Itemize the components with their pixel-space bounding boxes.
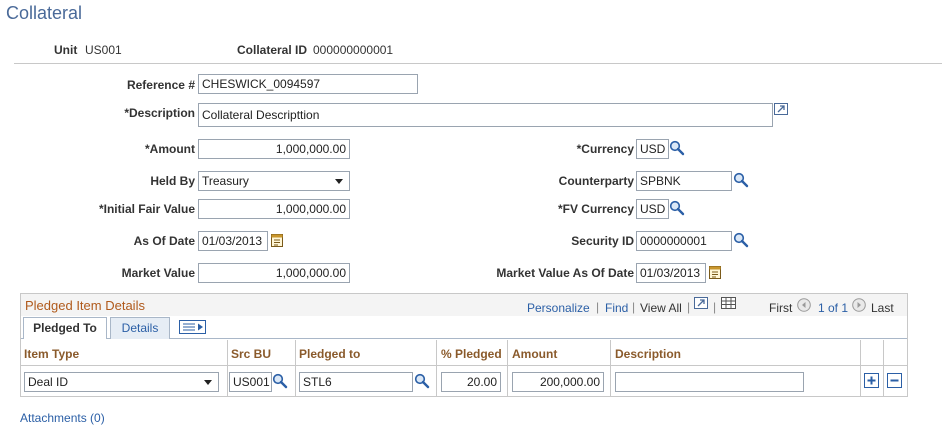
- security-id-input[interactable]: 0000000001: [636, 231, 732, 251]
- column-pledged-to: Pledged to: [299, 347, 361, 361]
- column-separator: [883, 340, 884, 396]
- expand-icon[interactable]: [774, 103, 789, 116]
- previous-icon[interactable]: [797, 298, 811, 312]
- column-item-type: Item Type: [24, 347, 80, 361]
- column-description: Description: [615, 347, 682, 361]
- amount-input[interactable]: 1,000,000.00: [198, 139, 350, 159]
- column-separator: [610, 340, 611, 396]
- currency-lookup-icon[interactable]: [669, 140, 685, 156]
- reference-input[interactable]: CHESWICK_0094597: [198, 74, 418, 94]
- initial-fair-value-label: *Initial Fair Value: [98, 202, 195, 216]
- column-amount: Amount: [512, 347, 558, 361]
- calendar-icon[interactable]: [271, 233, 283, 247]
- column-src-bu: Src BU: [231, 347, 272, 361]
- column-separator: [295, 340, 296, 396]
- nav-separator: |: [632, 300, 636, 314]
- add-row-button[interactable]: [864, 373, 879, 388]
- description-row-input[interactable]: [615, 372, 804, 392]
- grid-title: Pledged Item Details: [25, 298, 145, 313]
- fv-currency-lookup-icon[interactable]: [669, 200, 685, 216]
- column-separator: [860, 340, 861, 396]
- item-type-select[interactable]: Deal ID: [24, 372, 219, 392]
- nav-separator: |: [687, 300, 691, 314]
- amount-label: *Amount: [145, 142, 195, 156]
- held-by-label: Held By: [150, 174, 195, 188]
- description-input[interactable]: Collateral Descripttion: [198, 103, 773, 127]
- column-separator: [436, 340, 437, 396]
- show-all-columns-icon[interactable]: [179, 320, 207, 335]
- personalize-link[interactable]: Personalize: [527, 301, 590, 315]
- counterparty-input[interactable]: SPBNK: [636, 171, 732, 191]
- market-value-label: Market Value: [121, 266, 195, 280]
- pledged-to-input[interactable]: STL6: [299, 372, 413, 392]
- amount-row-input[interactable]: 200,000.00: [512, 372, 604, 392]
- attachments-link[interactable]: Attachments (0): [20, 411, 105, 425]
- find-link[interactable]: Find: [605, 301, 628, 315]
- src-bu-input[interactable]: US001: [229, 372, 272, 392]
- calendar-icon[interactable]: [709, 265, 721, 279]
- as-of-date-input[interactable]: 01/03/2013: [198, 231, 268, 251]
- fv-currency-label: *FV Currency: [557, 202, 634, 216]
- initial-fair-value-input[interactable]: 1,000,000.00: [198, 199, 350, 219]
- counterparty-lookup-icon[interactable]: [733, 172, 749, 188]
- download-grid-icon[interactable]: [721, 297, 737, 310]
- tab-pledged-to[interactable]: Pledged To: [23, 317, 107, 339]
- currency-label: *Currency: [576, 142, 634, 156]
- header-divider: [14, 63, 942, 64]
- view-all-link[interactable]: View All: [640, 301, 682, 315]
- security-id-label: Security ID: [571, 234, 634, 248]
- counterparty-label: Counterparty: [558, 174, 634, 188]
- as-of-date-label: As Of Date: [133, 234, 195, 248]
- pct-pledged-input[interactable]: 20.00: [441, 372, 501, 392]
- new-window-icon[interactable]: [694, 297, 709, 310]
- collateral-id-label: Collateral ID: [237, 43, 308, 57]
- collateral-id-value: 000000000001: [313, 43, 394, 57]
- column-pct-pledged: % Pledged: [441, 347, 502, 361]
- market-value-date-input[interactable]: 01/03/2013: [636, 263, 706, 283]
- src-bu-lookup-icon[interactable]: [272, 373, 288, 389]
- tab-details[interactable]: Details: [110, 317, 170, 339]
- plus-icon: [867, 376, 876, 385]
- security-id-lookup-icon[interactable]: [733, 232, 749, 248]
- held-by-select[interactable]: Treasury: [198, 171, 350, 191]
- fv-currency-input[interactable]: USD: [636, 199, 669, 219]
- currency-input[interactable]: USD: [636, 139, 669, 159]
- row-range: 1 of 1: [818, 301, 849, 315]
- market-value-input[interactable]: 1,000,000.00: [198, 263, 350, 283]
- nav-separator: |: [596, 300, 600, 314]
- delete-row-button[interactable]: [887, 373, 902, 388]
- first-label: First: [769, 301, 793, 315]
- pledged-to-lookup-icon[interactable]: [414, 373, 430, 389]
- unit-label: Unit: [54, 43, 78, 57]
- nav-separator: |: [713, 300, 717, 314]
- unit-value: US001: [85, 43, 122, 57]
- description-label: *Description: [124, 106, 195, 120]
- market-value-date-label: Market Value As Of Date: [496, 266, 634, 280]
- column-separator: [507, 340, 508, 396]
- reference-label: Reference #: [126, 78, 195, 92]
- column-separator: [227, 340, 228, 396]
- last-label: Last: [871, 301, 894, 315]
- minus-icon: [890, 379, 899, 382]
- next-icon[interactable]: [852, 298, 866, 312]
- page-title: Collateral: [6, 3, 83, 23]
